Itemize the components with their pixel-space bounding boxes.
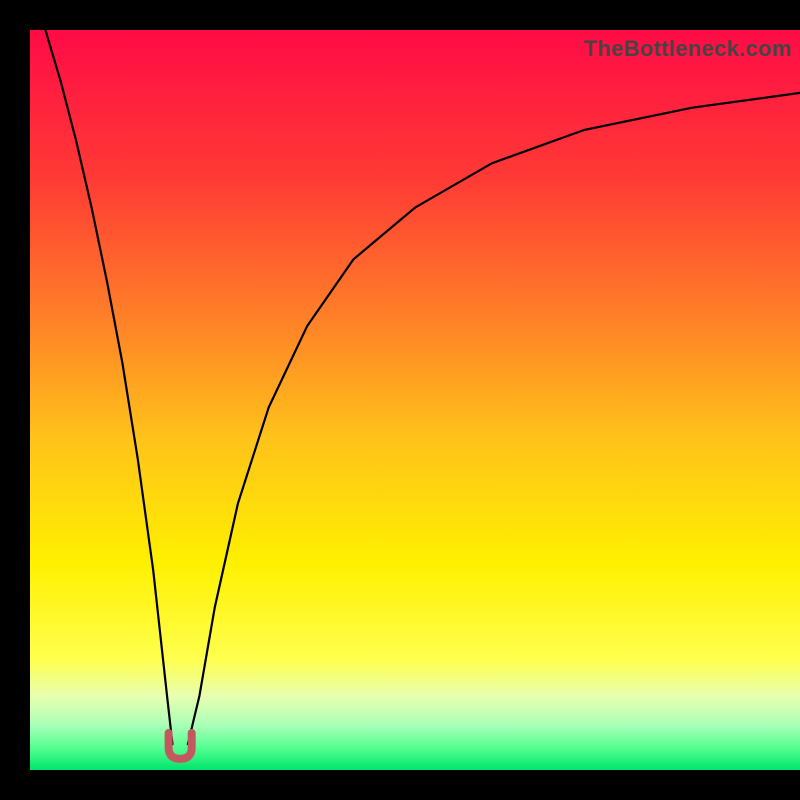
watermark-text: TheBottleneck.com: [584, 36, 792, 62]
gradient-background: [30, 30, 800, 770]
plot-area: TheBottleneck.com: [30, 30, 800, 770]
chart-svg: [30, 30, 800, 770]
chart-frame: TheBottleneck.com: [0, 0, 800, 800]
